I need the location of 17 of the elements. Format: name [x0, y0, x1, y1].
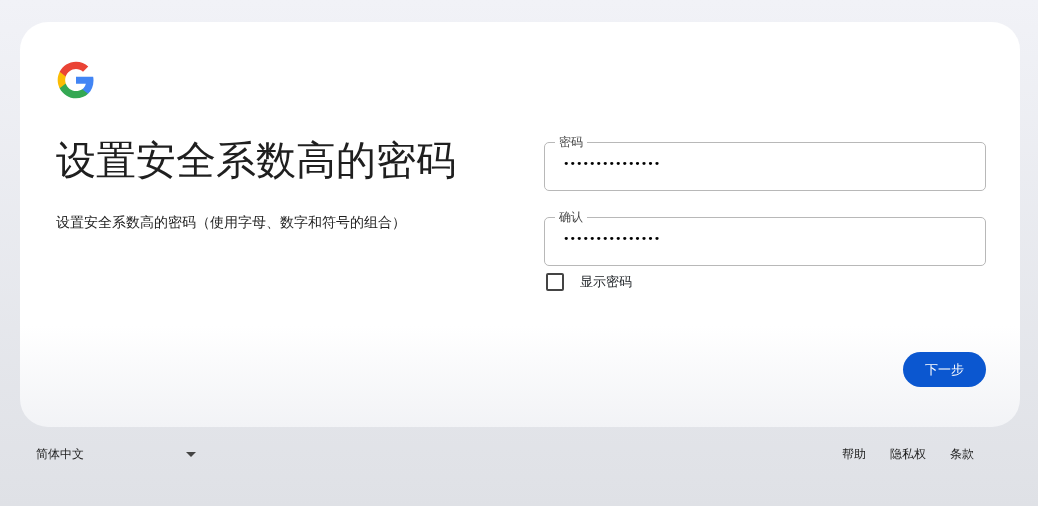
footer-link[interactable]: 帮助	[842, 445, 866, 463]
page-title: 设置安全系数高的密码	[56, 136, 457, 185]
language-select[interactable]: 简体中文	[36, 445, 196, 463]
password-input[interactable]: •••••••••••••••	[561, 155, 969, 174]
password-field[interactable]: 密码 •••••••••••••••	[544, 134, 986, 191]
field-label: 确认	[558, 209, 584, 225]
caret-icon	[186, 451, 196, 457]
password-field[interactable]: 确认 •••••••••••••••	[544, 209, 986, 266]
password-input[interactable]: •••••••••••••••	[561, 230, 969, 249]
field-label: 密码	[558, 134, 584, 150]
show-password-label: 显示密码	[580, 273, 632, 291]
footer-link[interactable]: 条款	[950, 445, 974, 463]
next-button[interactable]: 下一步	[903, 351, 986, 387]
show-password-checkbox[interactable]	[546, 272, 564, 291]
page-subtitle: 设置安全系数高的密码（使用字母、数字和符号的组合）	[56, 213, 407, 232]
footer-link[interactable]: 隐私权	[890, 445, 926, 463]
logo-icon	[56, 60, 96, 100]
